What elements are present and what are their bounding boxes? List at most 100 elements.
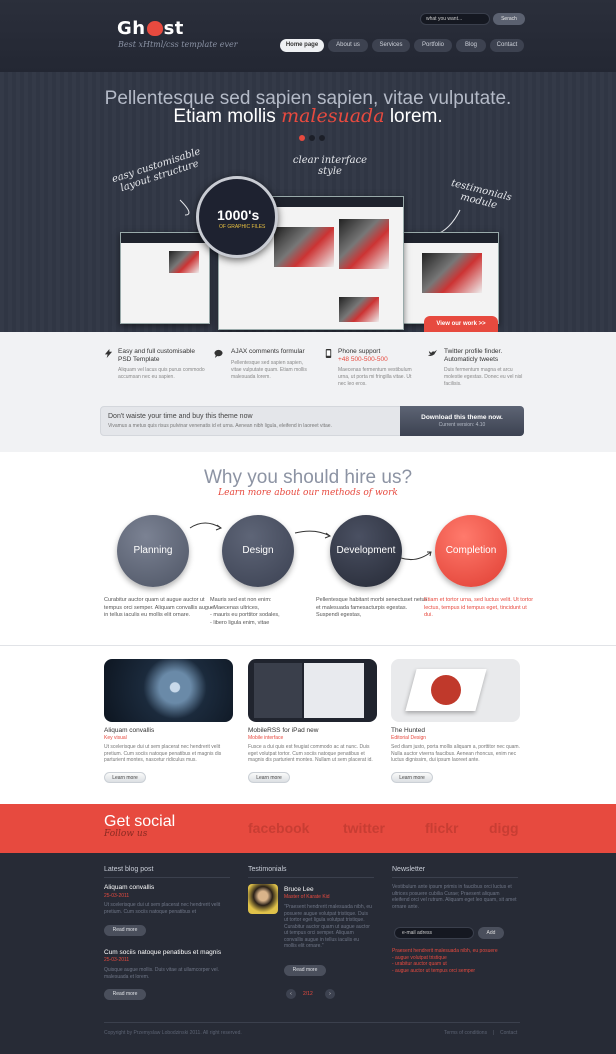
footer bbox=[0, 853, 616, 1054]
nav-services[interactable]: Services bbox=[372, 39, 410, 52]
twitter-icon[interactable]: twitter bbox=[343, 820, 385, 836]
logo-text-post: st bbox=[163, 18, 184, 39]
twitter-bird-icon bbox=[428, 349, 437, 357]
portfolio-category: Mobile interface bbox=[248, 735, 284, 741]
feature-title: Twitter profile finder. Automaticly twee… bbox=[444, 348, 503, 363]
post-text: Ut scelerisque dui ut sem placerat nec h… bbox=[104, 902, 221, 915]
read-more-button[interactable]: Read more bbox=[104, 989, 146, 1000]
step-planning: Planning bbox=[117, 515, 189, 587]
next-arrow-icon[interactable]: › bbox=[325, 989, 335, 999]
why-subtitle: Learn more about our methods of work bbox=[218, 488, 398, 498]
portfolio-title[interactable]: Aliquam convallis bbox=[104, 727, 154, 734]
learn-more-button[interactable]: Learn more bbox=[248, 772, 290, 783]
read-more-button[interactable]: Read more bbox=[284, 965, 326, 976]
flickr-icon[interactable]: flickr bbox=[425, 820, 458, 836]
post-text: Quisque augue mollis. Duis vitae at ulla… bbox=[104, 967, 220, 980]
link-separator: | bbox=[493, 1030, 495, 1036]
testimonial-name: Bruce Lee bbox=[284, 886, 314, 893]
header bbox=[0, 0, 616, 72]
step-text: Mauris sed est non enim: - Maecenas ultri… bbox=[210, 597, 280, 626]
divider bbox=[104, 877, 230, 878]
divider bbox=[0, 645, 616, 646]
magnifier-icon: 1000's OF GRAPHIC FILES bbox=[196, 176, 278, 258]
search-input[interactable]: what you want... bbox=[420, 13, 490, 25]
slider-dot[interactable] bbox=[319, 135, 325, 141]
learn-more-button[interactable]: Learn more bbox=[391, 772, 433, 783]
speech-bubble-icon bbox=[214, 349, 223, 358]
portfolio-text: Sed diam justo, porta mollis aliquam a, … bbox=[391, 744, 520, 763]
testimonial-text: "Praesent hendrerit malesuada nibh, eu p… bbox=[284, 904, 372, 949]
post-title[interactable]: Cum sociis natoque penatibus et magnis bbox=[104, 949, 221, 956]
view-work-button[interactable]: View our work >> bbox=[424, 316, 498, 332]
feature-text: Pellentesque sed sapien sapien, vitae vu… bbox=[231, 360, 307, 380]
feature-title: Phone support bbox=[338, 348, 381, 355]
tagline: Best xHtml/css template ever bbox=[118, 40, 238, 49]
magnifier-headline: 1000's bbox=[217, 207, 260, 223]
facebook-icon[interactable]: facebook bbox=[248, 820, 309, 836]
blog-heading: Latest blog post bbox=[104, 866, 154, 873]
divider bbox=[392, 877, 518, 878]
newsletter-note: Praesent hendrerit malesuada nibh, eu po… bbox=[392, 948, 498, 974]
step-text: Curabitur auctor quam ut augue auctor ut… bbox=[104, 597, 215, 618]
social-subtitle: Follow us bbox=[104, 829, 148, 839]
contact-link[interactable]: Contact bbox=[500, 1030, 517, 1036]
newsletter-heading: Newsletter bbox=[392, 866, 426, 873]
download-button-label: Download this theme now. bbox=[421, 414, 503, 421]
nav-contact[interactable]: Contact bbox=[490, 39, 524, 52]
step-completion: Completion bbox=[435, 515, 507, 587]
portfolio-title[interactable]: MobileRSS for iPad new bbox=[248, 727, 318, 734]
buy-bar-text: Vivamus a metus quis risus pulvinar vene… bbox=[108, 423, 332, 429]
why-title: Why you should hire us? bbox=[203, 467, 413, 488]
portfolio-text: Ut scelerisque dui ut sem placerat nec h… bbox=[104, 744, 222, 763]
annotation-interface: clear interface style bbox=[292, 155, 368, 177]
slider-dot-active[interactable] bbox=[299, 135, 305, 141]
magnifier-subline: OF GRAPHIC FILES bbox=[219, 224, 266, 230]
nav-portfolio[interactable]: Portfolio bbox=[414, 39, 452, 52]
nav-home[interactable]: Home page bbox=[280, 39, 324, 52]
logo[interactable]: Gh st bbox=[117, 18, 184, 39]
divider bbox=[104, 1022, 520, 1023]
search-button[interactable]: Serach bbox=[493, 13, 525, 25]
feature-text: Duis fermentum magna et arcu molestie eg… bbox=[444, 367, 523, 387]
post-title[interactable]: Aliquam convallis bbox=[104, 884, 154, 891]
learn-more-button[interactable]: Learn more bbox=[104, 772, 146, 783]
testimonials-heading: Testimonials bbox=[248, 866, 287, 873]
feature-phone: +48 500-500-500 bbox=[338, 356, 388, 363]
read-more-button[interactable]: Read more bbox=[104, 925, 146, 936]
portfolio-image[interactable] bbox=[248, 659, 377, 722]
heart-icon bbox=[146, 21, 163, 36]
pager-count: 2/12 bbox=[303, 991, 313, 997]
phone-icon bbox=[325, 349, 332, 358]
current-version: Current version: 4.10 bbox=[438, 422, 486, 428]
hero-subheadline: Etiam mollis malesuada lorem. bbox=[173, 105, 443, 127]
screenshot-right bbox=[403, 232, 499, 324]
portfolio-category: Key visual bbox=[104, 735, 127, 741]
feature-title: AJAX comments formular bbox=[231, 348, 305, 355]
slider-dot[interactable] bbox=[309, 135, 315, 141]
newsletter-text: Vestibulum ante ipsum primis in faucibus… bbox=[392, 884, 517, 910]
divider bbox=[248, 877, 374, 878]
copyright: Copyright by Przemyslaw Lobodzinski 2011… bbox=[104, 1030, 242, 1036]
post-date: 25-03-2011 bbox=[104, 957, 130, 963]
portfolio-text: Fusce a dui quis est feugiat commodo ac … bbox=[248, 744, 373, 763]
add-button[interactable]: Add bbox=[478, 927, 504, 939]
email-field[interactable]: e-mail adress bbox=[394, 927, 474, 939]
download-button[interactable]: Download this theme now. Current version:… bbox=[400, 406, 524, 436]
digg-icon[interactable]: digg bbox=[489, 820, 519, 836]
logo-text-pre: Gh bbox=[117, 18, 146, 39]
nav-about[interactable]: About us bbox=[328, 39, 368, 52]
portfolio-image[interactable] bbox=[391, 659, 520, 722]
portfolio-title[interactable]: The Hunted bbox=[391, 727, 425, 734]
post-date: 25-03-2011 bbox=[104, 893, 130, 899]
avatar bbox=[248, 884, 278, 914]
feature-text: Maecenas fermentum vestibulum urna, ut p… bbox=[338, 367, 412, 387]
nav-blog[interactable]: Blog bbox=[456, 39, 486, 52]
lightning-icon bbox=[104, 349, 113, 358]
terms-link[interactable]: Terms of conditions bbox=[444, 1030, 487, 1036]
prev-arrow-icon[interactable]: ‹ bbox=[286, 989, 296, 999]
feature-text: Aliquam vel lacus quis purus commodo acc… bbox=[118, 367, 205, 380]
step-text: Etiam et tortor urna, sed luctus velit. … bbox=[424, 597, 534, 618]
feature-title: Easy and full customisable PSD Template bbox=[118, 348, 195, 363]
buy-bar-title: Don't waiste your time and buy this them… bbox=[108, 413, 253, 420]
portfolio-image[interactable] bbox=[104, 659, 233, 722]
